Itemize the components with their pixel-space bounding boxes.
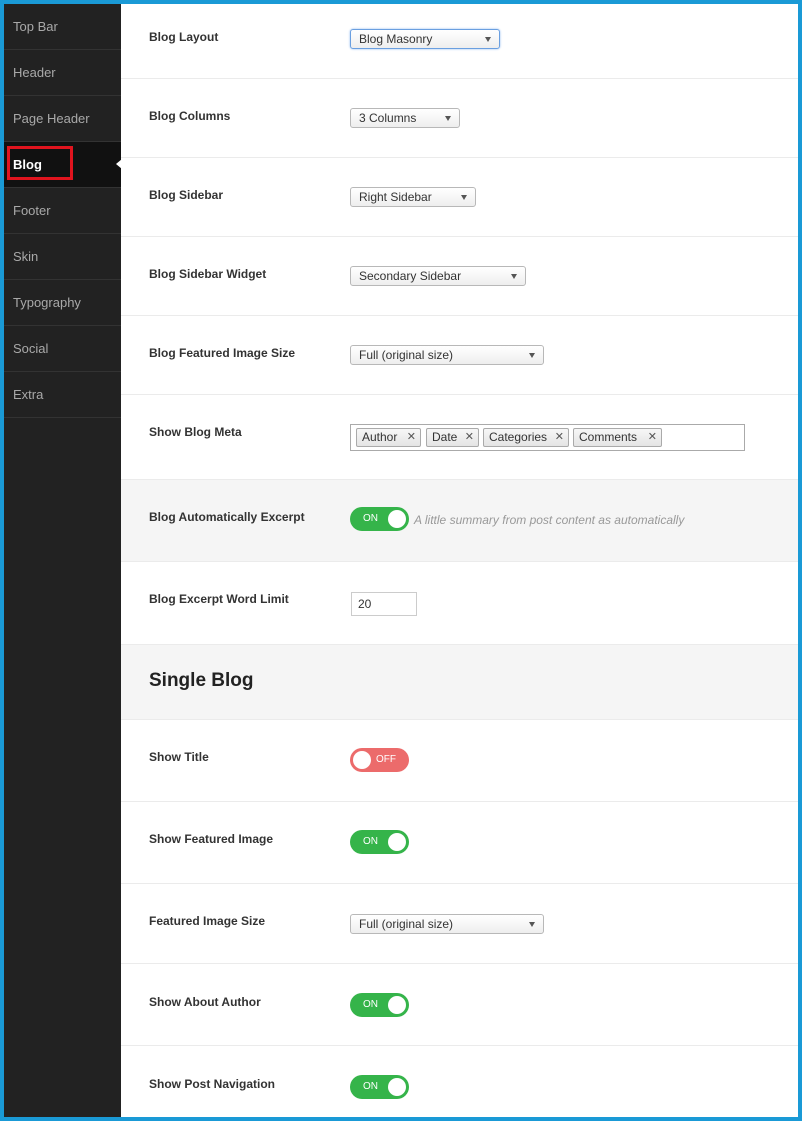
remove-tag-icon[interactable]: ✕ xyxy=(555,429,564,446)
blog-sidebar-label: Blog Sidebar xyxy=(149,188,224,202)
blog-auto-excerpt-description: A little summary from post content as au… xyxy=(414,513,685,527)
setting-row-featured-image-size: Featured Image Size Full (original size) xyxy=(121,884,798,964)
toggle-knob xyxy=(388,996,406,1014)
setting-row-show-post-navigation: Show Post Navigation ON xyxy=(121,1046,798,1116)
sidebar-item-label: Extra xyxy=(13,387,44,402)
blog-sidebar-value: Right Sidebar xyxy=(359,190,432,204)
setting-row-show-featured-image: Show Featured Image ON xyxy=(121,802,798,884)
blog-excerpt-limit-label: Blog Excerpt Word Limit xyxy=(149,592,289,606)
sidebar-item-footer[interactable]: Footer xyxy=(4,188,121,234)
sidebar-item-label: Header xyxy=(13,65,56,80)
setting-row-blog-featured-image-size: Blog Featured Image Size Full (original … xyxy=(121,316,798,395)
sidebar-item-skin[interactable]: Skin xyxy=(4,234,121,280)
dropdown-arrow-icon xyxy=(529,353,535,358)
setting-row-show-blog-meta: Show Blog Meta Author ✕ Date ✕ Categories ✕… xyxy=(121,395,798,480)
sidebar-item-header[interactable]: Header xyxy=(4,50,121,96)
setting-row-show-title: Show Title OFF xyxy=(121,720,798,802)
sidebar-item-top-bar[interactable]: Top Bar xyxy=(4,4,121,50)
tag-label: Author xyxy=(362,430,398,444)
toggle-state-label: OFF xyxy=(376,754,396,765)
tag-label: Date xyxy=(432,430,458,444)
blog-layout-label: Blog Layout xyxy=(149,30,219,44)
setting-row-show-about-author: Show About Author ON xyxy=(121,964,798,1046)
show-about-author-toggle[interactable]: ON xyxy=(350,993,409,1017)
dropdown-arrow-icon xyxy=(485,37,491,42)
active-highlight-box xyxy=(7,146,73,180)
sidebar-item-label: Page Header xyxy=(13,111,90,126)
tag-label: Comments xyxy=(579,430,638,444)
sidebar-item-social[interactable]: Social xyxy=(4,326,121,372)
setting-row-blog-layout: Blog Layout Blog Masonry xyxy=(121,4,798,79)
section-header-single-blog: Single Blog xyxy=(121,645,798,720)
blog-columns-select[interactable]: 3 Columns xyxy=(350,108,460,128)
blog-auto-excerpt-toggle[interactable]: ON xyxy=(350,507,409,531)
setting-row-blog-columns: Blog Columns 3 Columns xyxy=(121,79,798,158)
show-title-toggle[interactable]: OFF xyxy=(350,748,409,772)
blog-columns-label: Blog Columns xyxy=(149,109,231,123)
blog-columns-value: 3 Columns xyxy=(359,111,417,125)
blog-excerpt-limit-input[interactable]: 20 xyxy=(351,592,417,616)
sidebar-item-typography[interactable]: Typography xyxy=(4,280,121,326)
blog-featured-image-size-label: Blog Featured Image Size xyxy=(149,346,296,360)
toggle-state-label: ON xyxy=(363,836,378,847)
sidebar-item-label: Social xyxy=(13,341,49,356)
blog-featured-image-size-value: Full (original size) xyxy=(359,348,454,362)
sidebar-item-label: Typography xyxy=(13,295,81,310)
toggle-state-label: ON xyxy=(363,1081,378,1092)
blog-sidebar-widget-label: Blog Sidebar Widget xyxy=(149,267,267,281)
sidebar-nav: Top Bar Header Page Header Blog Footer S… xyxy=(4,4,122,1117)
blog-featured-image-size-select[interactable]: Full (original size) xyxy=(350,345,544,365)
sidebar-item-label: Skin xyxy=(13,249,39,264)
sidebar-item-label: Top Bar xyxy=(13,19,58,34)
sidebar-item-page-header[interactable]: Page Header xyxy=(4,96,121,142)
remove-tag-icon[interactable]: ✕ xyxy=(465,429,474,446)
meta-tag-date: Date ✕ xyxy=(426,428,479,447)
meta-tag-categories: Categories ✕ xyxy=(483,428,569,447)
dropdown-arrow-icon xyxy=(529,922,535,927)
featured-image-size-select[interactable]: Full (original size) xyxy=(350,914,544,934)
app-frame: Top Bar Header Page Header Blog Footer S… xyxy=(0,0,802,1121)
toggle-knob xyxy=(388,1078,406,1096)
blog-meta-multiselect[interactable]: Author ✕ Date ✕ Categories ✕ Comments ✕ xyxy=(350,424,745,451)
dropdown-arrow-icon xyxy=(445,116,451,121)
toggle-knob xyxy=(388,510,406,528)
setting-row-blog-auto-excerpt: Blog Automatically Excerpt ON A little s… xyxy=(121,480,798,562)
show-post-navigation-toggle[interactable]: ON xyxy=(350,1075,409,1099)
sidebar-item-extra[interactable]: Extra xyxy=(4,372,121,418)
toggle-knob xyxy=(353,751,371,769)
setting-row-blog-sidebar: Blog Sidebar Right Sidebar xyxy=(121,158,798,237)
blog-sidebar-widget-select[interactable]: Secondary Sidebar xyxy=(350,266,526,286)
dropdown-arrow-icon xyxy=(461,195,467,200)
setting-row-blog-sidebar-widget: Blog Sidebar Widget Secondary Sidebar xyxy=(121,237,798,316)
show-featured-image-label: Show Featured Image xyxy=(149,832,274,846)
setting-row-blog-excerpt-limit: Blog Excerpt Word Limit 20 xyxy=(121,562,798,645)
show-blog-meta-label: Show Blog Meta xyxy=(149,425,242,439)
tag-label: Categories xyxy=(489,430,548,444)
dropdown-arrow-icon xyxy=(511,274,517,279)
featured-image-size-value: Full (original size) xyxy=(359,917,454,931)
toggle-state-label: ON xyxy=(363,513,378,524)
meta-tag-author: Author ✕ xyxy=(356,428,421,447)
show-title-label: Show Title xyxy=(149,750,209,764)
remove-tag-icon[interactable]: ✕ xyxy=(407,429,416,446)
featured-image-size-label: Featured Image Size xyxy=(149,914,266,928)
section-title: Single Blog xyxy=(149,670,254,691)
blog-sidebar-select[interactable]: Right Sidebar xyxy=(350,187,476,207)
remove-tag-icon[interactable]: ✕ xyxy=(648,429,657,446)
blog-layout-select[interactable]: Blog Masonry xyxy=(350,29,500,49)
show-featured-image-toggle[interactable]: ON xyxy=(350,830,409,854)
blog-sidebar-widget-value: Secondary Sidebar xyxy=(359,269,462,283)
toggle-state-label: ON xyxy=(363,999,378,1010)
meta-tag-comments: Comments ✕ xyxy=(573,428,662,447)
blog-auto-excerpt-label: Blog Automatically Excerpt xyxy=(149,510,305,524)
sidebar-item-label: Footer xyxy=(13,203,51,218)
show-about-author-label: Show About Author xyxy=(149,995,261,1009)
settings-panel: Blog Layout Blog Masonry Blog Columns 3 … xyxy=(121,4,798,1117)
toggle-knob xyxy=(388,833,406,851)
blog-layout-value: Blog Masonry xyxy=(359,32,433,46)
show-post-navigation-label: Show Post Navigation xyxy=(149,1077,276,1091)
sidebar-item-blog[interactable]: Blog xyxy=(4,142,122,188)
